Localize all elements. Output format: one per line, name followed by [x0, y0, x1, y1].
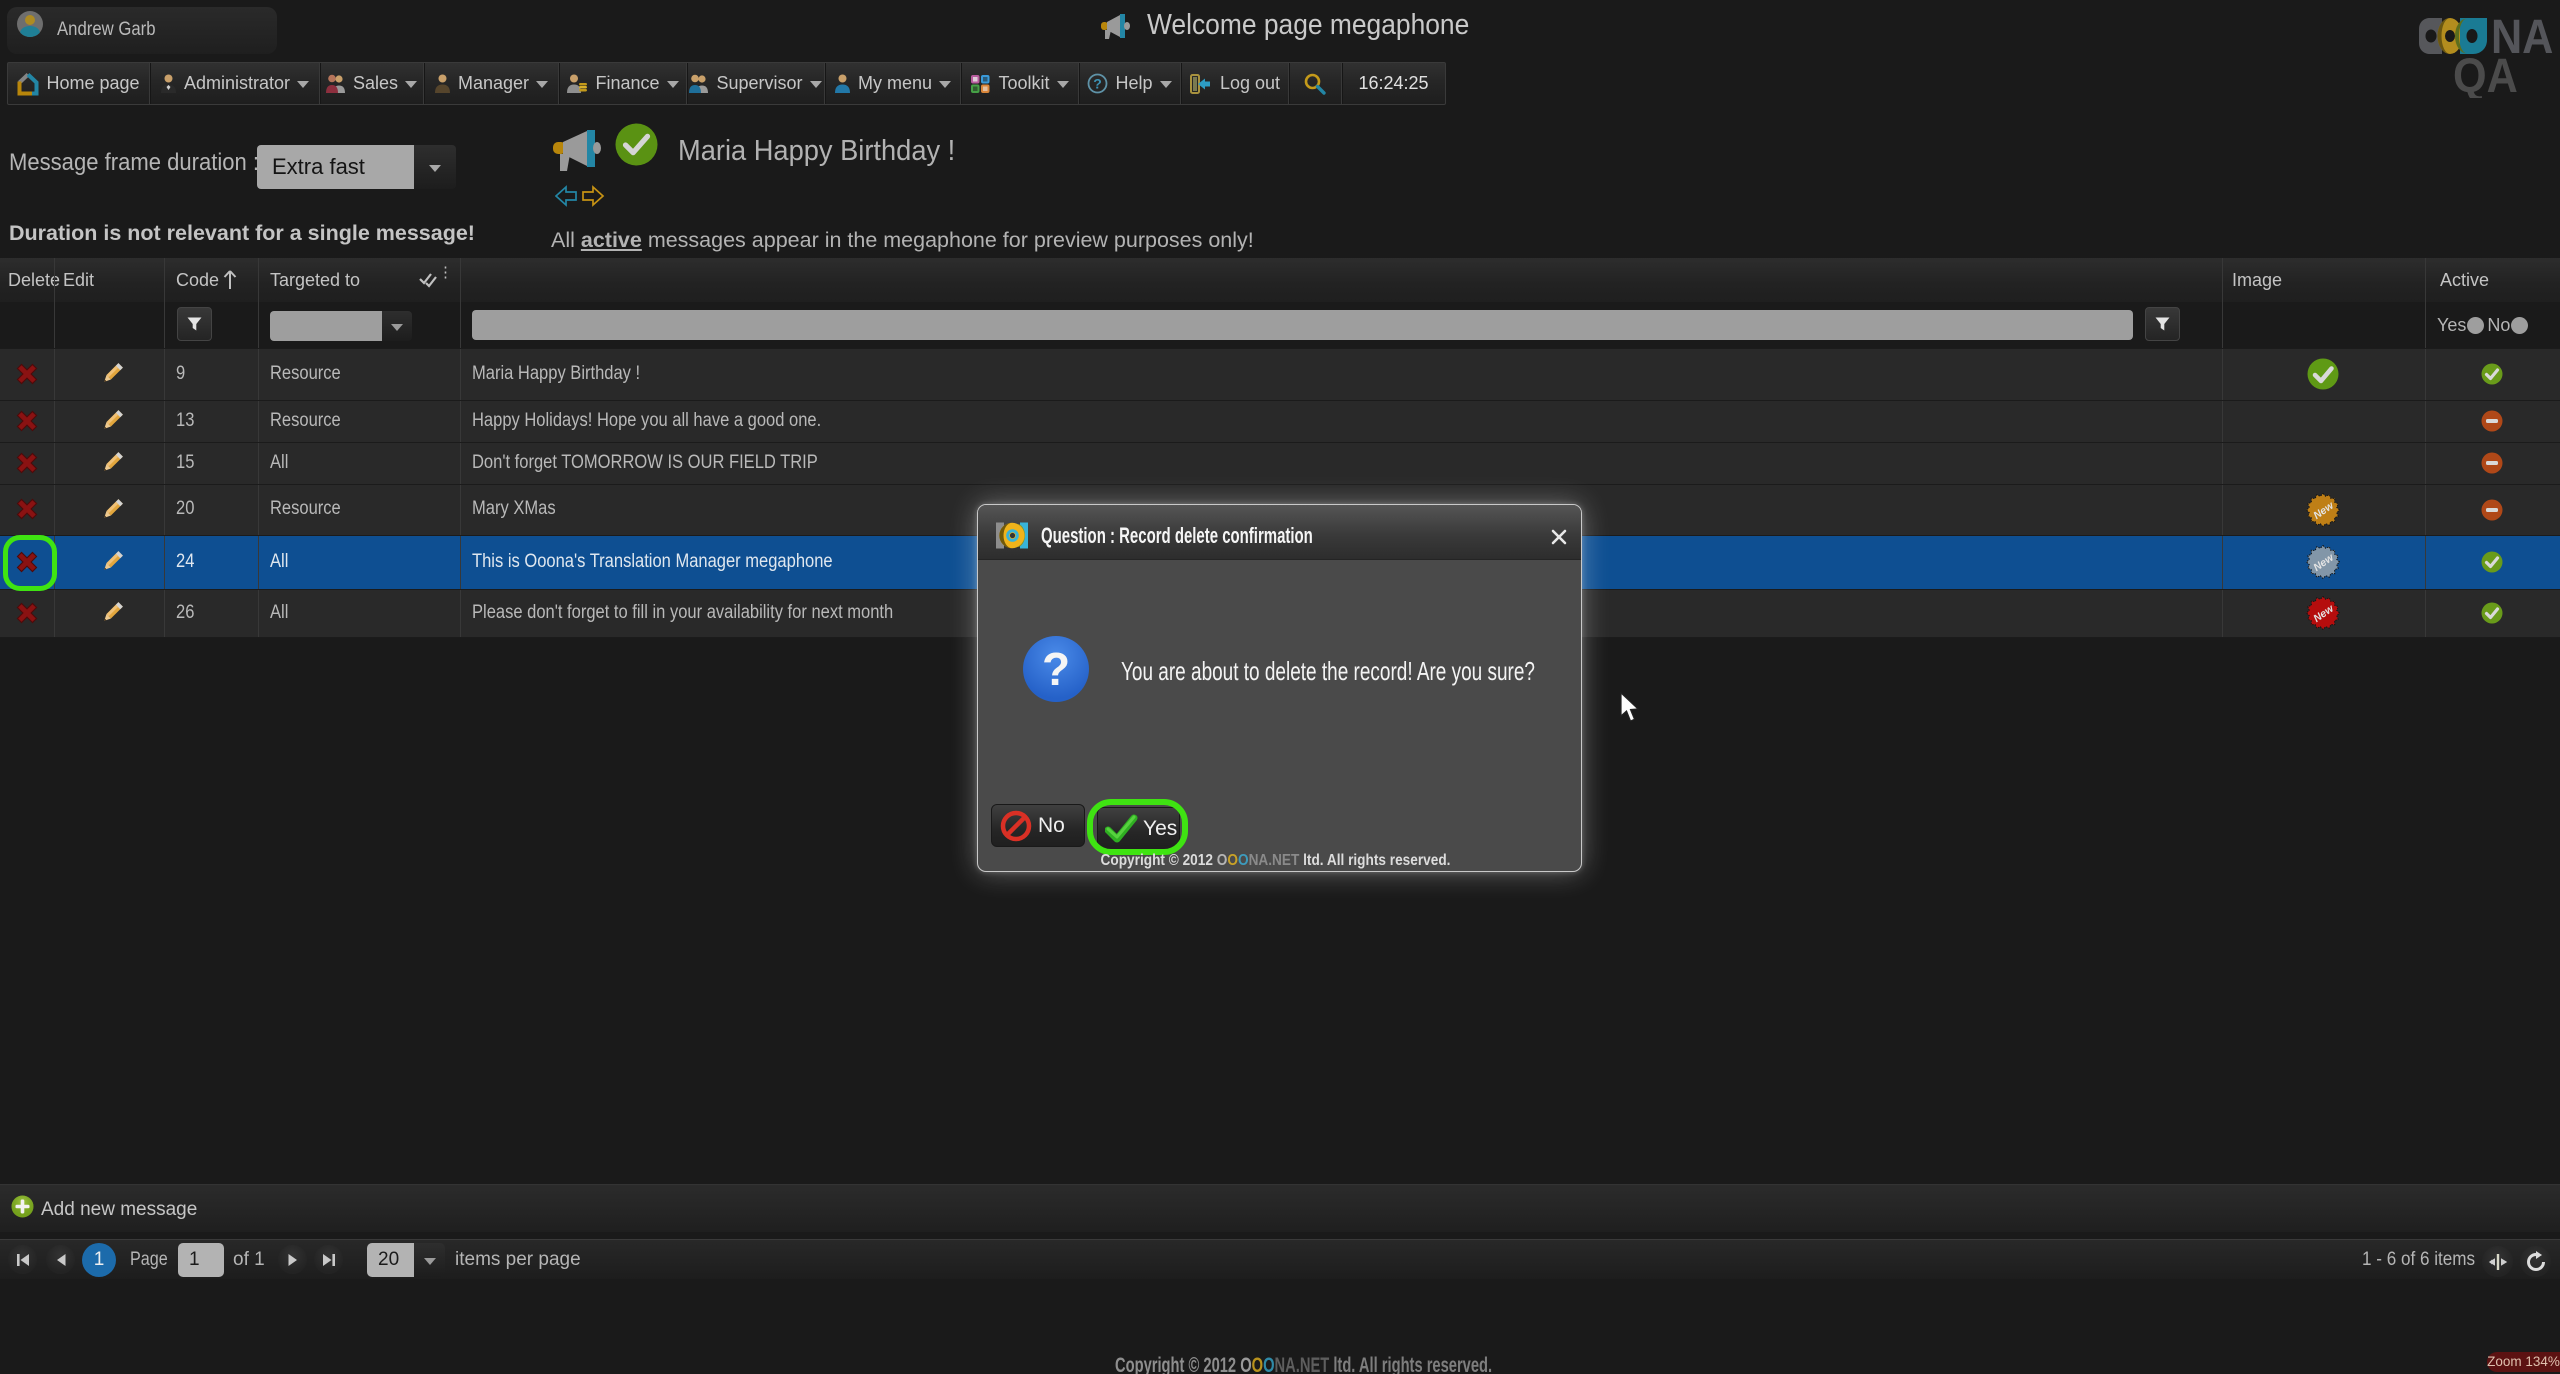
svg-text:QA: QA — [2453, 49, 2518, 98]
svg-text:?: ? — [1094, 76, 1103, 92]
